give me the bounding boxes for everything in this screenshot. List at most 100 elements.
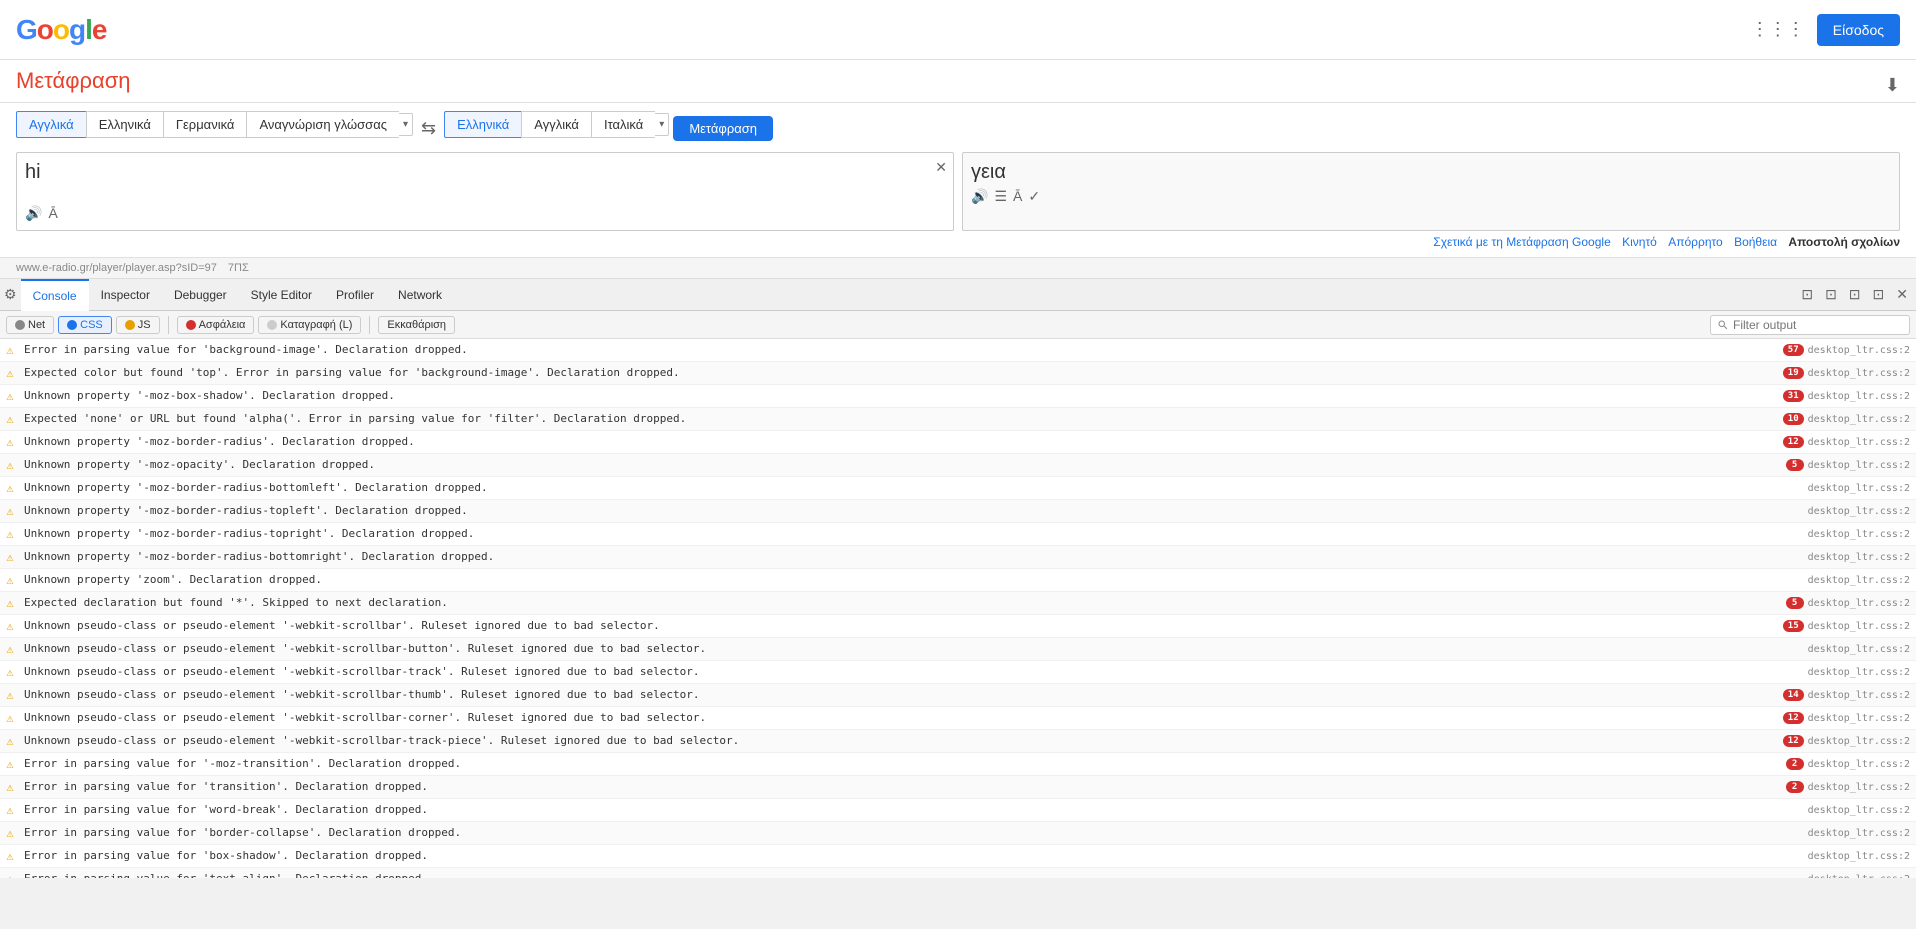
- target-lang-ellinika[interactable]: Ελληνικά: [444, 111, 521, 138]
- signin-button[interactable]: Είσοδος: [1817, 14, 1900, 46]
- console-source[interactable]: desktop_ltr.css:2: [1756, 523, 1916, 545]
- clear-input-icon[interactable]: ✕: [935, 159, 947, 176]
- console-message: Unknown property 'zoom'. Declaration dro…: [20, 569, 1756, 591]
- source-lang-anglika[interactable]: Αγγλικά: [16, 111, 86, 138]
- help-link[interactable]: Βοήθεια: [1734, 235, 1777, 249]
- console-source[interactable]: desktop_ltr.css:2: [1756, 500, 1916, 522]
- output-font-icon[interactable]: Ā: [1013, 188, 1022, 205]
- table-row: ⚠Unknown pseudo-class or pseudo-element …: [0, 684, 1916, 707]
- console-source[interactable]: 14desktop_ltr.css:2: [1756, 684, 1916, 706]
- console-message: Error in parsing value for 'transition'.…: [20, 776, 1756, 798]
- console-source[interactable]: 12desktop_ltr.css:2: [1756, 431, 1916, 453]
- console-source[interactable]: desktop_ltr.css:2: [1756, 546, 1916, 568]
- console-source[interactable]: desktop_ltr.css:2: [1756, 868, 1916, 878]
- console-source[interactable]: 57desktop_ltr.css:2: [1756, 339, 1916, 361]
- console-source[interactable]: desktop_ltr.css:2: [1756, 799, 1916, 821]
- console-source[interactable]: desktop_ltr.css:2: [1756, 661, 1916, 683]
- security-label: Ασφάλεια: [199, 319, 246, 331]
- console-source[interactable]: desktop_ltr.css:2: [1756, 845, 1916, 867]
- console-source[interactable]: desktop_ltr.css:2: [1756, 822, 1916, 844]
- table-row: ⚠Error in parsing value for '-moz-transi…: [0, 753, 1916, 776]
- url-text: www.e-radio.gr/player/player.asp?sID=97: [16, 262, 217, 274]
- source-file: desktop_ltr.css:2: [1808, 874, 1910, 879]
- tab-profiler[interactable]: Profiler: [324, 279, 386, 311]
- warning-icon: ⚠: [0, 592, 20, 614]
- mobile-link[interactable]: Κινητό: [1622, 235, 1657, 249]
- source-file: desktop_ltr.css:2: [1808, 552, 1910, 563]
- console-source[interactable]: desktop_ltr.css:2: [1756, 477, 1916, 499]
- filter-net-button[interactable]: Net: [6, 316, 54, 334]
- count-badge: 31: [1783, 390, 1804, 402]
- input-text[interactable]: hi: [25, 161, 945, 201]
- table-row: ⚠Error in parsing value for 'word-break'…: [0, 799, 1916, 822]
- devtools-close-icon[interactable]: ✕: [1892, 284, 1912, 305]
- source-lang-dropdown[interactable]: ▾: [399, 113, 413, 136]
- source-lang-ellinika[interactable]: Ελληνικά: [86, 111, 163, 138]
- console-message: Error in parsing value for '-moz-transit…: [20, 753, 1756, 775]
- output-check-icon[interactable]: ✓: [1028, 188, 1040, 205]
- privacy-link[interactable]: Απόρρητο: [1668, 235, 1723, 249]
- console-source[interactable]: 12desktop_ltr.css:2: [1756, 707, 1916, 729]
- devtools-icon-2[interactable]: ⊡: [1821, 284, 1841, 305]
- console-message: Unknown property '-moz-border-radius-top…: [20, 523, 1756, 545]
- console-source[interactable]: desktop_ltr.css:2: [1756, 569, 1916, 591]
- source-file: desktop_ltr.css:2: [1808, 437, 1910, 448]
- debugger-tab-label: Debugger: [174, 288, 227, 302]
- console-source[interactable]: 2desktop_ltr.css:2: [1756, 776, 1916, 798]
- translate-button[interactable]: Μετάφραση: [673, 116, 773, 141]
- inspector-tab-label: Inspector: [101, 288, 150, 302]
- console-source[interactable]: 15desktop_ltr.css:2: [1756, 615, 1916, 637]
- devtools-gear-icon[interactable]: ⚙: [4, 286, 17, 303]
- console-source[interactable]: 2desktop_ltr.css:2: [1756, 753, 1916, 775]
- about-link[interactable]: Σχετικά με τη Μετάφραση Google: [1433, 235, 1610, 249]
- target-lang-dropdown[interactable]: ▾: [655, 113, 669, 136]
- console-source[interactable]: 10desktop_ltr.css:2: [1756, 408, 1916, 430]
- tab-debugger[interactable]: Debugger: [162, 279, 239, 311]
- table-row: ⚠Expected 'none' or URL but found 'alpha…: [0, 408, 1916, 431]
- source-lang-auto[interactable]: Αναγνώριση γλώσσας: [246, 111, 399, 138]
- source-file: desktop_ltr.css:2: [1808, 414, 1910, 425]
- table-row: ⚠Unknown pseudo-class or pseudo-element …: [0, 707, 1916, 730]
- filter-js-button[interactable]: JS: [116, 316, 160, 334]
- tab-network[interactable]: Network: [386, 279, 454, 311]
- tab-console[interactable]: Console: [21, 279, 89, 311]
- devtools-icon-3[interactable]: ⊡: [1845, 284, 1865, 305]
- output-list-icon[interactable]: ☰: [994, 188, 1007, 205]
- filter-css-button[interactable]: CSS: [58, 316, 112, 334]
- devtools-right-icons: ⊡ ⊡ ⊡ ⊡ ✕: [1797, 284, 1912, 305]
- console-source[interactable]: 31desktop_ltr.css:2: [1756, 385, 1916, 407]
- feedback-link[interactable]: Αποστολή σχολίων: [1788, 235, 1900, 249]
- tab-inspector[interactable]: Inspector: [89, 279, 162, 311]
- count-badge: 12: [1783, 735, 1804, 747]
- input-font-icon[interactable]: Ā: [48, 205, 57, 222]
- console-source[interactable]: 12desktop_ltr.css:2: [1756, 730, 1916, 752]
- filter-log-button[interactable]: Καταγραφή (L): [258, 316, 361, 334]
- swap-langs-button[interactable]: ⇆: [421, 118, 436, 139]
- warning-icon: ⚠: [0, 408, 20, 430]
- clear-button[interactable]: Εκκαθάριση: [378, 316, 455, 334]
- source-lang-germanika[interactable]: Γερμανικά: [163, 111, 247, 138]
- devtools-icon-4[interactable]: ⊡: [1869, 284, 1889, 305]
- console-message: Error in parsing value for 'word-break'.…: [20, 799, 1756, 821]
- console-message: Expected 'none' or URL but found 'alpha(…: [20, 408, 1756, 430]
- console-source[interactable]: desktop_ltr.css:2: [1756, 638, 1916, 660]
- grid-icon[interactable]: ⋮⋮⋮: [1751, 19, 1805, 40]
- console-source[interactable]: 5desktop_ltr.css:2: [1756, 592, 1916, 614]
- console-source[interactable]: 19desktop_ltr.css:2: [1756, 362, 1916, 384]
- warning-icon: ⚠: [0, 385, 20, 407]
- output-audio-icon[interactable]: 🔊: [971, 188, 988, 205]
- tab-style-editor[interactable]: Style Editor: [239, 279, 324, 311]
- console-source[interactable]: 5desktop_ltr.css:2: [1756, 454, 1916, 476]
- security-dot: [186, 320, 196, 330]
- top-bar-right: ⋮⋮⋮ Είσοδος: [1751, 14, 1900, 46]
- devtools-icon-1[interactable]: ⊡: [1797, 284, 1817, 305]
- css-label: CSS: [80, 319, 103, 331]
- filter-security-button[interactable]: Ασφάλεια: [177, 316, 255, 334]
- target-lang-italika[interactable]: Ιταλικά: [591, 111, 655, 138]
- download-icon[interactable]: ⬇: [1885, 75, 1900, 96]
- input-audio-icon[interactable]: 🔊: [25, 205, 42, 222]
- source-file: desktop_ltr.css:2: [1808, 851, 1910, 862]
- target-lang-anglika[interactable]: Αγγλικά: [521, 111, 591, 138]
- console-message: Unknown pseudo-class or pseudo-element '…: [20, 615, 1756, 637]
- filter-input[interactable]: [1710, 315, 1910, 335]
